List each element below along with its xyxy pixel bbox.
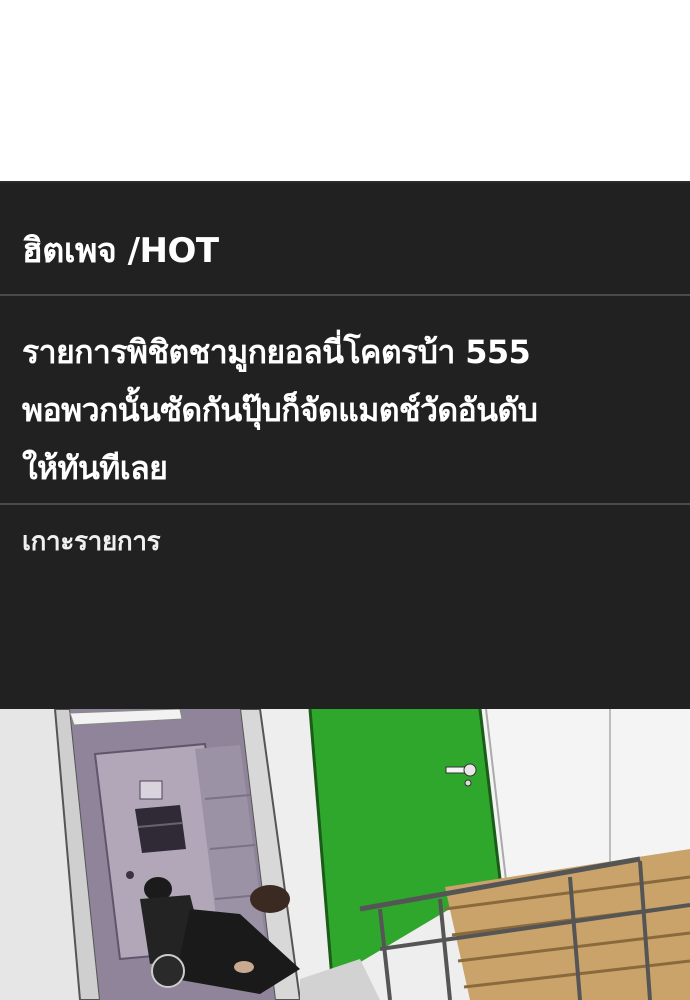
article-headline[interactable]: รายการพิชิตชามูกยอลนี่โคตรบ้า 555 พอพวกน…	[22, 323, 672, 497]
comic-scene-drawing	[0, 709, 690, 1000]
divider-top	[0, 294, 690, 296]
comic-illustration	[0, 709, 690, 1000]
headline-line-2: พอพวกนั้นซัดกันปุ๊บก็จัดแมตช์วัดอันดับ	[22, 391, 538, 429]
headline-line-3: ให้ทันทีเลย	[22, 449, 168, 487]
article-category[interactable]: เกาะรายการ	[22, 521, 161, 562]
panel-top-border	[0, 181, 690, 183]
divider-bottom	[0, 503, 690, 505]
section-label: ฮิตเพจ /HOT	[22, 231, 219, 271]
top-blank-area	[0, 0, 690, 181]
hot-banner-panel: ฮิตเพจ /HOT รายการพิชิตชามูกยอลนี่โคตรบ้…	[0, 181, 690, 709]
headline-line-1: รายการพิชิตชามูกยอลนี่โคตรบ้า 555	[22, 333, 531, 371]
